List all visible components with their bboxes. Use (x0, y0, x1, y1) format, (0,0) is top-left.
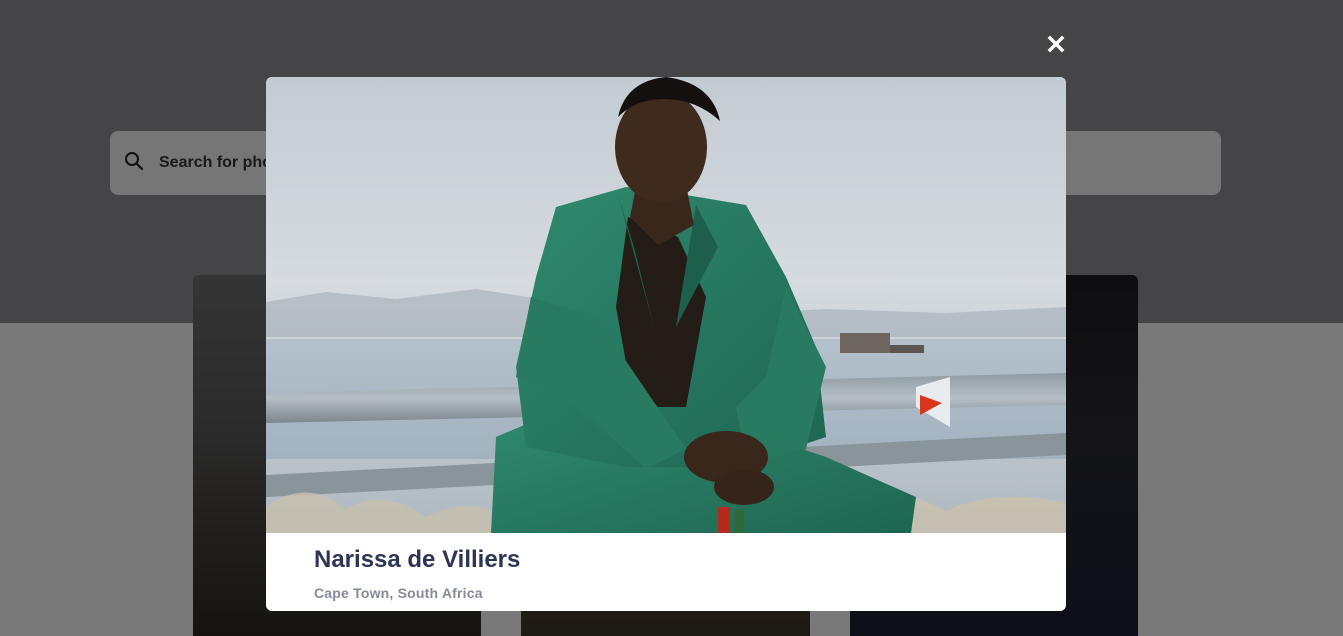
photo-location: Cape Town, South Africa (314, 585, 483, 601)
photographer-name[interactable]: Narissa de Villiers (314, 545, 1018, 575)
photo-modal: Narissa de Villiers Cape Town, South Afr… (266, 77, 1066, 611)
close-button[interactable] (1045, 33, 1067, 55)
photo-caption: Narissa de Villiers Cape Town, South Afr… (266, 533, 1066, 601)
close-icon (1045, 35, 1067, 59)
modal-photo (266, 77, 1066, 533)
